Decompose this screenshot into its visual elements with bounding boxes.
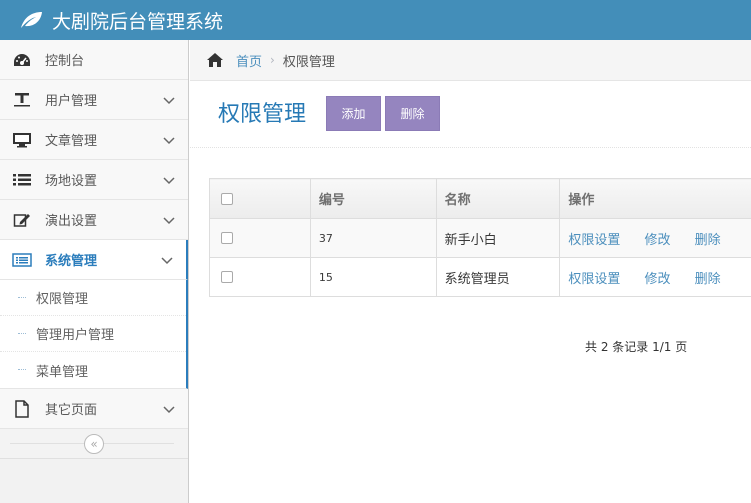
breadcrumb-separator: › [270, 53, 275, 67]
sidebar-item-label: 控制台 [45, 54, 85, 69]
sidebar-item-label: 文章管理 [45, 134, 98, 149]
delete-button[interactable]: 删除 [385, 96, 440, 131]
breadcrumb: 首页 › 权限管理 [190, 40, 751, 81]
sidebar-collapse-bar: « [0, 429, 188, 459]
sidebar-item-user-management[interactable]: 用户管理 [0, 80, 188, 120]
row-name: 系统管理员 [435, 257, 561, 297]
home-icon [207, 53, 223, 67]
desktop-icon [11, 131, 33, 149]
double-chevron-left-icon: « [90, 437, 98, 451]
sidebar-item-label: 其它页面 [45, 403, 98, 418]
chevron-down-icon [163, 97, 175, 105]
dashboard-icon [11, 51, 33, 69]
chevron-down-icon [161, 257, 173, 265]
chevron-down-icon [163, 217, 175, 225]
row-name: 新手小白 [435, 218, 561, 258]
submenu-item-label: 管理用户管理 [36, 328, 115, 343]
sidebar-item-label: 演出设置 [45, 214, 98, 229]
top-navbar: 大剧院后台管理系统 [0, 0, 751, 40]
row-id: 37 [309, 218, 437, 258]
submenu-item-permission-management[interactable]: 权限管理 [0, 280, 186, 316]
list-alt-icon [11, 251, 33, 269]
system-submenu: 权限管理 管理用户管理 菜单管理 [0, 280, 188, 389]
row-checkbox[interactable] [221, 271, 233, 283]
app-title: 大剧院后台管理系统 [52, 10, 224, 33]
sidebar-item-label: 场地设置 [45, 174, 98, 189]
breadcrumb-current: 权限管理 [282, 54, 335, 70]
collapse-sidebar-button[interactable]: « [84, 434, 104, 454]
select-all-checkbox[interactable] [221, 192, 233, 205]
row-actions: 权限设置 修改 删除 [559, 218, 751, 258]
column-header-id: 编号 [309, 178, 437, 219]
row-id: 15 [309, 257, 437, 297]
sidebar-item-system-management[interactable]: 系统管理 [0, 240, 188, 280]
permission-settings-link[interactable]: 权限设置 [568, 272, 620, 287]
permission-settings-link[interactable]: 权限设置 [568, 233, 620, 248]
row-actions: 权限设置 修改 删除 [559, 257, 751, 297]
pagination-info: 共 2 条记录 1/1 页 [585, 340, 688, 354]
sidebar-item-other-pages[interactable]: 其它页面 [0, 389, 188, 429]
table-header-row: 编号 名称 操作 [209, 178, 751, 219]
submenu-item-label: 菜单管理 [36, 364, 89, 380]
submenu-item-admin-user-management[interactable]: 管理用户管理 [0, 316, 186, 352]
delete-link[interactable]: 删除 [695, 233, 721, 248]
row-checkbox[interactable] [221, 232, 233, 244]
sidebar-item-label: 系统管理 [45, 254, 98, 269]
delete-link[interactable]: 删除 [695, 272, 721, 287]
submenu-item-menu-management[interactable]: 菜单管理 [0, 352, 186, 388]
edit-link[interactable]: 修改 [645, 233, 671, 248]
add-button[interactable]: 添加 [326, 96, 381, 131]
chevron-down-icon [163, 177, 175, 185]
column-header-name: 名称 [435, 178, 561, 219]
row-select-cell [209, 218, 311, 258]
chevron-down-icon [163, 406, 175, 414]
sidebar-item-dashboard[interactable]: 控制台 [0, 40, 188, 80]
sidebar-item-article-management[interactable]: 文章管理 [0, 120, 188, 160]
select-all-header [209, 178, 311, 219]
edit-icon [11, 211, 33, 229]
row-select-cell [209, 257, 311, 297]
chevron-down-icon [163, 137, 175, 145]
leaf-logo-icon [21, 12, 42, 28]
permission-table: 编号 名称 操作 37 新手小白 权限设置 修改 删除 15 系统管理员 权限设… [209, 178, 751, 297]
edit-link[interactable]: 修改 [645, 272, 671, 287]
breadcrumb-home-link[interactable]: 首页 [236, 51, 262, 70]
file-icon [11, 399, 33, 418]
sidebar-item-label: 用户管理 [45, 94, 98, 109]
page-header: 权限管理 添加 删除 [190, 81, 751, 148]
list-icon [11, 171, 33, 189]
submenu-item-label: 权限管理 [36, 292, 89, 307]
table-row: 15 系统管理员 权限设置 修改 删除 [209, 257, 751, 297]
sidebar-item-show-settings[interactable]: 演出设置 [0, 200, 188, 240]
text-width-icon [11, 91, 33, 109]
sidebar-item-venue-settings[interactable]: 场地设置 [0, 160, 188, 200]
column-header-actions: 操作 [559, 178, 751, 219]
page-title: 权限管理 [218, 102, 307, 127]
table-row: 37 新手小白 权限设置 修改 删除 [209, 218, 751, 258]
sidebar: 控制台 用户管理 文章管理 场地设置 演出设置 系统管理 权限管理 管理用户管理… [0, 40, 189, 503]
